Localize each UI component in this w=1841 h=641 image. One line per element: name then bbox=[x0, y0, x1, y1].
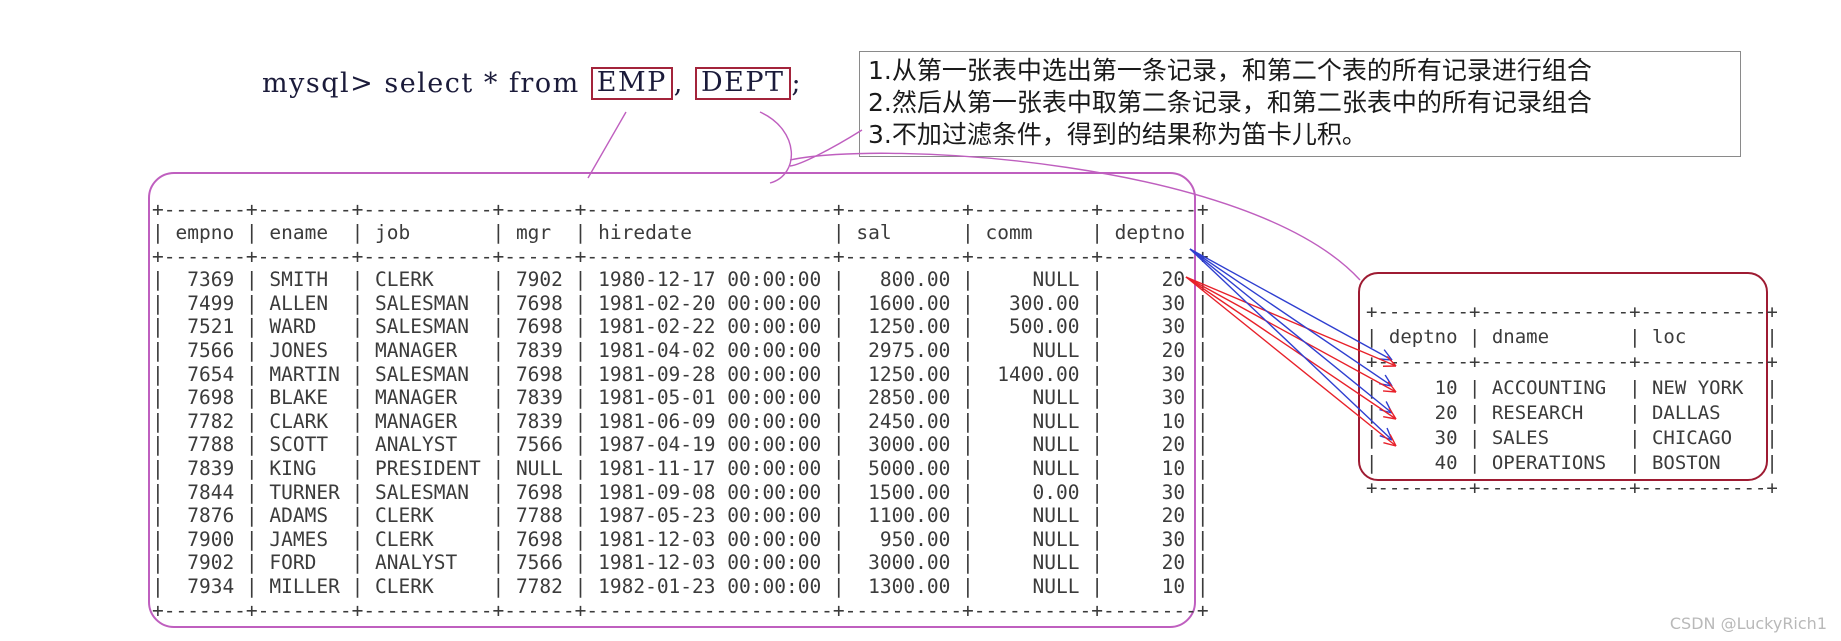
emp-result-table: +-------+--------+-----------+------+---… bbox=[152, 197, 1209, 622]
sql-statement: mysql> select * from EMP, DEPT; bbox=[262, 67, 802, 100]
arrow-row2-to-dept-1 bbox=[1185, 276, 1397, 367]
dept-table-highlight[interactable]: DEPT bbox=[694, 67, 791, 100]
note-line-1: 1.从第一张表中选出第一条记录，和第二个表的所有记录进行组合 bbox=[868, 56, 1592, 85]
leader-note bbox=[789, 129, 863, 167]
diagram-canvas: mysql> select * from EMP, DEPT; 1.从第一张表中… bbox=[0, 0, 1841, 641]
arrow-row2-to-dept-3 bbox=[1185, 276, 1397, 420]
note-line-3: 3.不加过滤条件，得到的结果称为笛卡儿积。 bbox=[868, 120, 1367, 149]
arrow-row2-to-dept-2 bbox=[1185, 276, 1397, 393]
emp-table-highlight[interactable]: EMP bbox=[590, 67, 673, 100]
arrow-row1-to-dept-1 bbox=[1189, 248, 1393, 361]
explanation-note: 1.从第一张表中选出第一条记录，和第二个表的所有记录进行组合 2.然后从第一张表… bbox=[859, 51, 1741, 157]
arrow-row1-to-dept-2 bbox=[1189, 248, 1393, 387]
leader-dept-curve bbox=[759, 111, 793, 184]
sql-terminator: ; bbox=[791, 68, 803, 99]
arrow-row1-to-dept-3 bbox=[1189, 248, 1393, 414]
watermark: CSDN @LuckyRich1 bbox=[1669, 614, 1827, 633]
dept-result-table: +--------+-------------+-----------+ | d… bbox=[1366, 301, 1778, 500]
sql-separator: , bbox=[673, 68, 694, 99]
note-line-2: 2.然后从第一张表中取第二条记录，和第二张表中的所有记录组合 bbox=[868, 88, 1592, 117]
arrow-row1-to-dept-4 bbox=[1189, 248, 1393, 441]
leader-emp-to-table bbox=[587, 111, 627, 179]
sql-prompt-text: mysql> select * from bbox=[262, 68, 590, 99]
arrow-row2-to-dept-4 bbox=[1185, 276, 1397, 447]
